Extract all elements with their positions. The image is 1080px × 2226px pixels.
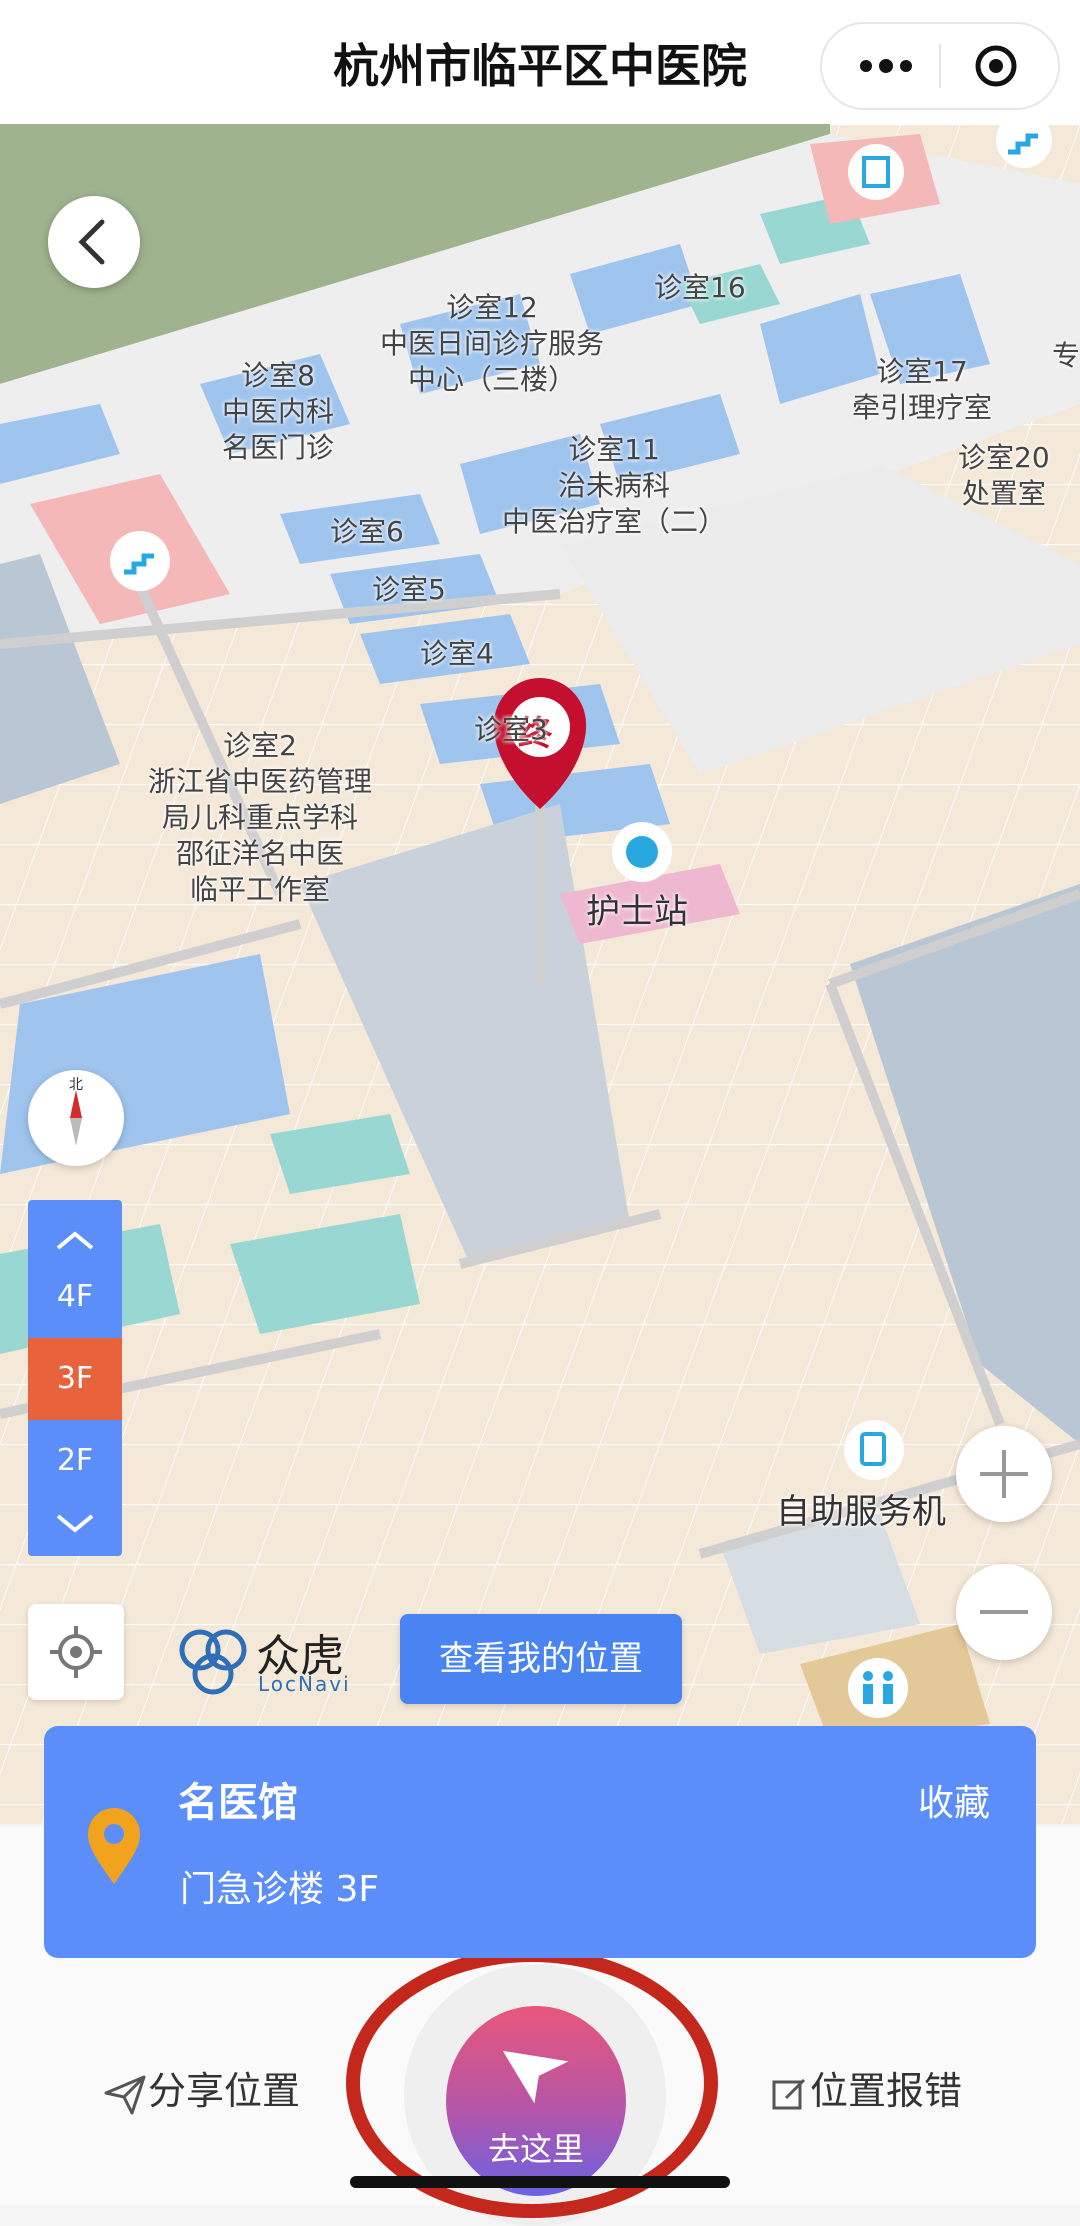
place-name: 名医馆 xyxy=(178,1780,298,1826)
chevron-down-icon xyxy=(56,1514,94,1533)
plus-icon xyxy=(980,1450,1028,1498)
room-label[interactable]: 诊室5 xyxy=(372,572,446,608)
room-label[interactable]: 诊室11 治未病科 中医治疗室（二） xyxy=(502,432,726,540)
floor-3f-button[interactable]: 3F xyxy=(28,1338,122,1420)
capsule-divider xyxy=(939,44,941,88)
close-target-icon[interactable] xyxy=(974,44,1018,88)
room-label[interactable]: 诊室4 xyxy=(420,636,494,672)
share-location-button[interactable]: 分享位置 xyxy=(102,2060,300,2117)
elevator-icon xyxy=(848,144,904,200)
stairs-icon xyxy=(110,531,170,591)
home-indicator xyxy=(350,2176,730,2188)
report-location-error-button[interactable]: 位置报错 xyxy=(770,2060,962,2115)
room-label[interactable]: 诊室12 中医日间诊疗服务 中心（三楼） xyxy=(380,290,604,398)
floor-selector: 4F 3F 2F xyxy=(28,1200,122,1556)
room-label[interactable]: 诊室16 xyxy=(654,270,746,306)
compass-needle-icon xyxy=(70,1090,82,1146)
brand-name-en: LocNavi xyxy=(258,1672,351,1696)
minus-icon xyxy=(980,1610,1028,1614)
title-bar: 杭州市临平区中医院 xyxy=(0,0,1080,124)
zoom-in-button[interactable] xyxy=(956,1426,1052,1522)
location-pin-icon xyxy=(88,1808,140,1884)
back-button[interactable] xyxy=(48,196,140,288)
more-icon[interactable] xyxy=(856,46,916,86)
room-label[interactable]: 诊室8 中医内科 名医门诊 xyxy=(222,358,334,466)
compass[interactable]: 北 xyxy=(28,1070,124,1166)
floor-down-button[interactable] xyxy=(28,1482,122,1564)
crosshair-icon xyxy=(50,1626,102,1678)
room-label[interactable]: 专 xyxy=(1052,338,1080,374)
edit-icon xyxy=(772,2078,806,2109)
locate-button[interactable] xyxy=(28,1604,124,1700)
indoor-map[interactable]: 终 诊室12 中医日间诊疗服务 中心（三楼） 诊室16 诊室8 中医内科 名医门诊 诊室… xyxy=(0,124,1080,1824)
favorite-button[interactable]: 收藏 xyxy=(918,1774,990,1826)
floor-4f-button[interactable]: 4F xyxy=(28,1256,122,1338)
locnavi-logo: 众虎 LocNavi xyxy=(172,1620,352,1700)
room-label[interactable]: 诊室6 xyxy=(330,514,404,550)
room-label[interactable]: 诊室17 牵引理疗室 xyxy=(852,354,992,426)
view-my-location-button[interactable]: 查看我的位置 xyxy=(400,1614,682,1704)
place-info-card[interactable]: 名医馆 门急诊楼 3F 收藏 xyxy=(44,1726,1036,1958)
share-location-label: 分享位置 xyxy=(148,2069,301,2113)
nurse-icon xyxy=(612,822,672,882)
nurse-station-label[interactable]: 护士站 xyxy=(586,884,688,933)
restroom-icon xyxy=(848,1658,908,1718)
self-service-label[interactable]: 自助服务机 xyxy=(776,1484,946,1533)
kiosk-icon xyxy=(844,1420,904,1480)
chevron-left-icon xyxy=(78,219,105,265)
mini-program-capsule xyxy=(820,22,1060,110)
report-location-error-label: 位置报错 xyxy=(810,2069,963,2113)
send-icon xyxy=(104,2075,146,2114)
locnavi-logo-icon xyxy=(179,1629,247,1695)
place-location: 门急诊楼 3F xyxy=(180,1869,380,1910)
zoom-out-button[interactable] xyxy=(956,1564,1052,1660)
room-label[interactable]: 诊室20 处置室 xyxy=(958,440,1050,512)
room-label[interactable]: 诊室3 xyxy=(474,712,548,748)
room-label[interactable]: 诊室2 浙江省中医药管理 局儿科重点学科 邵征洋名中医 临平工作室 xyxy=(148,728,372,908)
